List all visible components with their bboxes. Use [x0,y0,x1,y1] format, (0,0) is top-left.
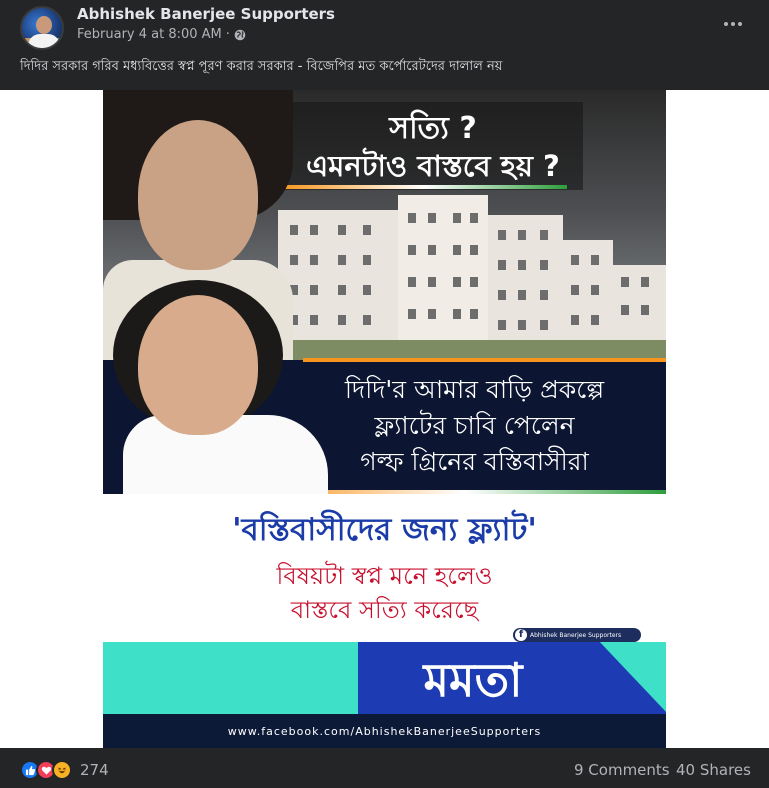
dot-icon [724,22,728,26]
post-caption: দিদির সরকার গরিব মধ্যবিত্তের স্বপ্ন পূরণ… [20,59,503,74]
post-meta: February 4 at 8:00 AM · [77,27,246,42]
post-footer: 274 9 Comments 40 Shares [0,748,769,788]
apartment-block [563,240,613,345]
portrait-face [138,120,258,270]
headline-line-2: ফ্ল্যাটের চাবি পেলেন [374,411,575,440]
apartment-block [488,215,563,345]
more-options-button[interactable] [719,12,747,36]
comments-count-link[interactable]: 9 Comments [574,761,670,779]
headline-text: দিদি'র আমার বাড়ি প্রকল্পে ফ্ল্যাটের চাব… [283,372,666,480]
facebook-f-icon: f [515,629,527,641]
reaction-count[interactable]: 274 [80,761,109,779]
saffron-stripe [303,358,666,362]
globe-icon[interactable] [234,29,246,41]
poster-image[interactable]: সত্যি ? এমনটাও বাস্তবে হয় ? দিদি'র আমার… [103,90,666,748]
post-media[interactable]: সত্যি ? এমনটাও বাস্তবে হয় ? দিদি'র আমার… [0,90,769,748]
apartment-block [398,195,488,345]
shares-count-link[interactable]: 40 Shares [676,761,751,779]
dot-icon [731,22,735,26]
portrait-face [138,295,258,435]
poster-ground [273,340,666,360]
reactions-summary[interactable]: 274 [20,760,109,780]
page-url-text: www.facebook.com/AbhishekBanerjeeSupport… [227,725,542,738]
reality-text: বাস্তবে সত্যি করেছে [290,596,479,624]
tricolor-underline [281,185,567,189]
name-banner-text: মমতা [423,653,523,707]
portrait-foreground [103,280,328,495]
apartment-block [613,265,666,345]
badge-text: Abhishek Banerjee Supporters [530,631,622,639]
avatar-face [36,16,52,34]
post-timestamp[interactable]: February 4 at 8:00 AM [77,27,222,42]
dot-icon [738,22,742,26]
quote-text: 'বস্তিবাসীদের জন্য ফ্ল্যাট' [232,512,537,548]
post-header: Abhishek Banerjee Supporters February 4 … [0,0,769,56]
meta-separator: · [225,27,230,42]
page-name-link[interactable]: Abhishek Banerjee Supporters [77,5,335,23]
headline-line-3: গল্ফ গ্রিনের বস্তিবাসীরা [360,447,589,476]
page-avatar[interactable] [20,6,64,50]
haha-icon [52,760,72,780]
avatar-body [28,34,60,48]
facebook-badge: f Abhishek Banerjee Supporters [513,628,641,642]
headline-line-1: দিদি'র আমার বাড়ি প্রকল্পে [344,375,605,404]
